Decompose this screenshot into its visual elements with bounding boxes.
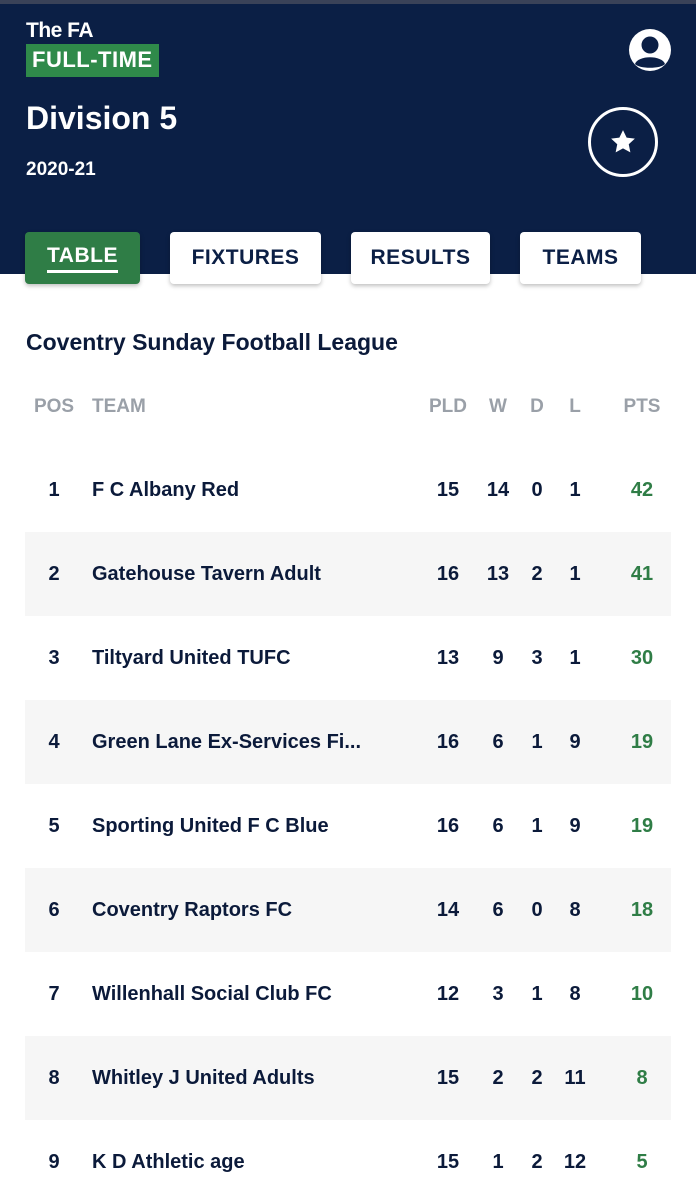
row-pts: 19 [630, 815, 654, 837]
table-row[interactable]: 2 Gatehouse Tavern Adult 16 13 2 1 41 [25, 532, 671, 616]
tab-fixtures[interactable]: FIXTURES [170, 232, 321, 284]
row-w: 13 [486, 563, 510, 585]
row-w: 3 [492, 983, 504, 1005]
row-pld: 16 [436, 731, 460, 753]
tab-table-label: TABLE [47, 244, 118, 273]
row-team[interactable]: Willenhall Social Club FC [92, 952, 372, 1036]
row-pos: 8 [48, 1067, 60, 1089]
row-d: 0 [531, 899, 543, 921]
row-pos: 1 [48, 479, 60, 501]
row-l: 9 [569, 815, 581, 837]
tab-teams-label: TEAMS [542, 246, 619, 269]
page-title: Division 5 [26, 100, 178, 136]
header-pts: PTS [623, 396, 661, 417]
tab-fixtures-label: FIXTURES [191, 246, 300, 269]
row-pos: 4 [48, 731, 60, 753]
row-d: 1 [531, 815, 543, 837]
tab-table[interactable]: TABLE [25, 232, 140, 284]
row-pts: 42 [630, 479, 654, 501]
row-d: 1 [531, 731, 543, 753]
row-pos: 5 [48, 815, 60, 837]
row-pts: 30 [630, 647, 654, 669]
row-team[interactable]: Sporting United F C Blue [92, 784, 372, 868]
table-row[interactable]: 1 F C Albany Red 15 14 0 1 42 [25, 448, 671, 532]
table-row[interactable]: 4 Green Lane Ex-Services Fi... 16 6 1 9 … [25, 700, 671, 784]
row-d: 2 [531, 563, 543, 585]
league-name: Coventry Sunday Football League [26, 329, 398, 355]
table-row[interactable]: 8 Whitley J United Adults 15 2 2 11 8 [25, 1036, 671, 1120]
row-l: 1 [569, 479, 581, 501]
row-w: 9 [492, 647, 504, 669]
fa-full-time-logo[interactable]: The FA FULL-TIME [26, 20, 159, 77]
row-pld: 15 [436, 1151, 460, 1173]
row-w: 14 [486, 479, 510, 501]
row-l: 8 [569, 899, 581, 921]
row-pts: 41 [630, 563, 654, 585]
row-pld: 14 [436, 899, 460, 921]
row-team[interactable]: Gatehouse Tavern Adult [92, 532, 372, 616]
row-l: 12 [563, 1151, 587, 1173]
row-d: 2 [531, 1151, 543, 1173]
tab-teams[interactable]: TEAMS [520, 232, 641, 284]
row-pts: 8 [636, 1067, 648, 1089]
row-team[interactable]: K D Athletic age [92, 1120, 372, 1200]
header-l: L [569, 396, 581, 417]
tab-results-label: RESULTS [370, 246, 471, 269]
row-w: 1 [492, 1151, 504, 1173]
row-team[interactable]: Whitley J United Adults [92, 1036, 372, 1120]
row-l: 8 [569, 983, 581, 1005]
row-d: 0 [531, 479, 543, 501]
row-pld: 16 [436, 563, 460, 585]
table-row[interactable]: 7 Willenhall Social Club FC 12 3 1 8 10 [25, 952, 671, 1036]
row-pld: 15 [436, 1067, 460, 1089]
row-d: 1 [531, 983, 543, 1005]
row-w: 6 [492, 731, 504, 753]
row-pos: 6 [48, 899, 60, 921]
header-w: W [489, 396, 507, 417]
header-team: TEAM [92, 396, 146, 417]
row-pts: 18 [630, 899, 654, 921]
table-row[interactable]: 3 Tiltyard United TUFC 13 9 3 1 30 [25, 616, 671, 700]
tab-results[interactable]: RESULTS [351, 232, 490, 284]
season-label: 2020-21 [26, 159, 96, 180]
row-l: 1 [569, 647, 581, 669]
row-pts: 5 [636, 1151, 648, 1173]
row-w: 2 [492, 1067, 504, 1089]
row-team[interactable]: Tiltyard United TUFC [92, 616, 372, 700]
header-pos: POS [33, 396, 75, 417]
row-pts: 10 [630, 983, 654, 1005]
row-team[interactable]: Green Lane Ex-Services Fi... [92, 700, 372, 784]
header-d: D [530, 396, 544, 417]
row-pts: 19 [630, 731, 654, 753]
row-l: 1 [569, 563, 581, 585]
row-pos: 3 [48, 647, 60, 669]
row-pld: 12 [436, 983, 460, 1005]
row-team[interactable]: F C Albany Red [92, 448, 372, 532]
row-w: 6 [492, 815, 504, 837]
row-l: 9 [569, 731, 581, 753]
star-icon [611, 130, 635, 153]
table-row[interactable]: 6 Coventry Raptors FC 14 6 0 8 18 [25, 868, 671, 952]
row-d: 2 [531, 1067, 543, 1089]
header-pld: PLD [429, 396, 467, 417]
favourite-button[interactable] [588, 107, 658, 177]
row-pld: 15 [436, 479, 460, 501]
row-l: 11 [564, 1067, 586, 1089]
row-d: 3 [531, 647, 543, 669]
table-row[interactable]: 9 K D Athletic age 15 1 2 12 5 [25, 1120, 671, 1200]
logo-the-fa: The FA [26, 19, 94, 42]
row-team[interactable]: Coventry Raptors FC [92, 868, 372, 952]
row-pld: 16 [436, 815, 460, 837]
row-pos: 7 [48, 983, 60, 1005]
logo-full-time-badge: FULL-TIME [26, 44, 159, 77]
table-header: POS TEAM PLD W D L PTS [25, 392, 671, 422]
user-icon[interactable] [628, 28, 672, 72]
row-pld: 13 [436, 647, 460, 669]
row-pos: 9 [48, 1151, 60, 1173]
row-w: 6 [492, 899, 504, 921]
row-pos: 2 [48, 563, 60, 585]
table-row[interactable]: 5 Sporting United F C Blue 16 6 1 9 19 [25, 784, 671, 868]
